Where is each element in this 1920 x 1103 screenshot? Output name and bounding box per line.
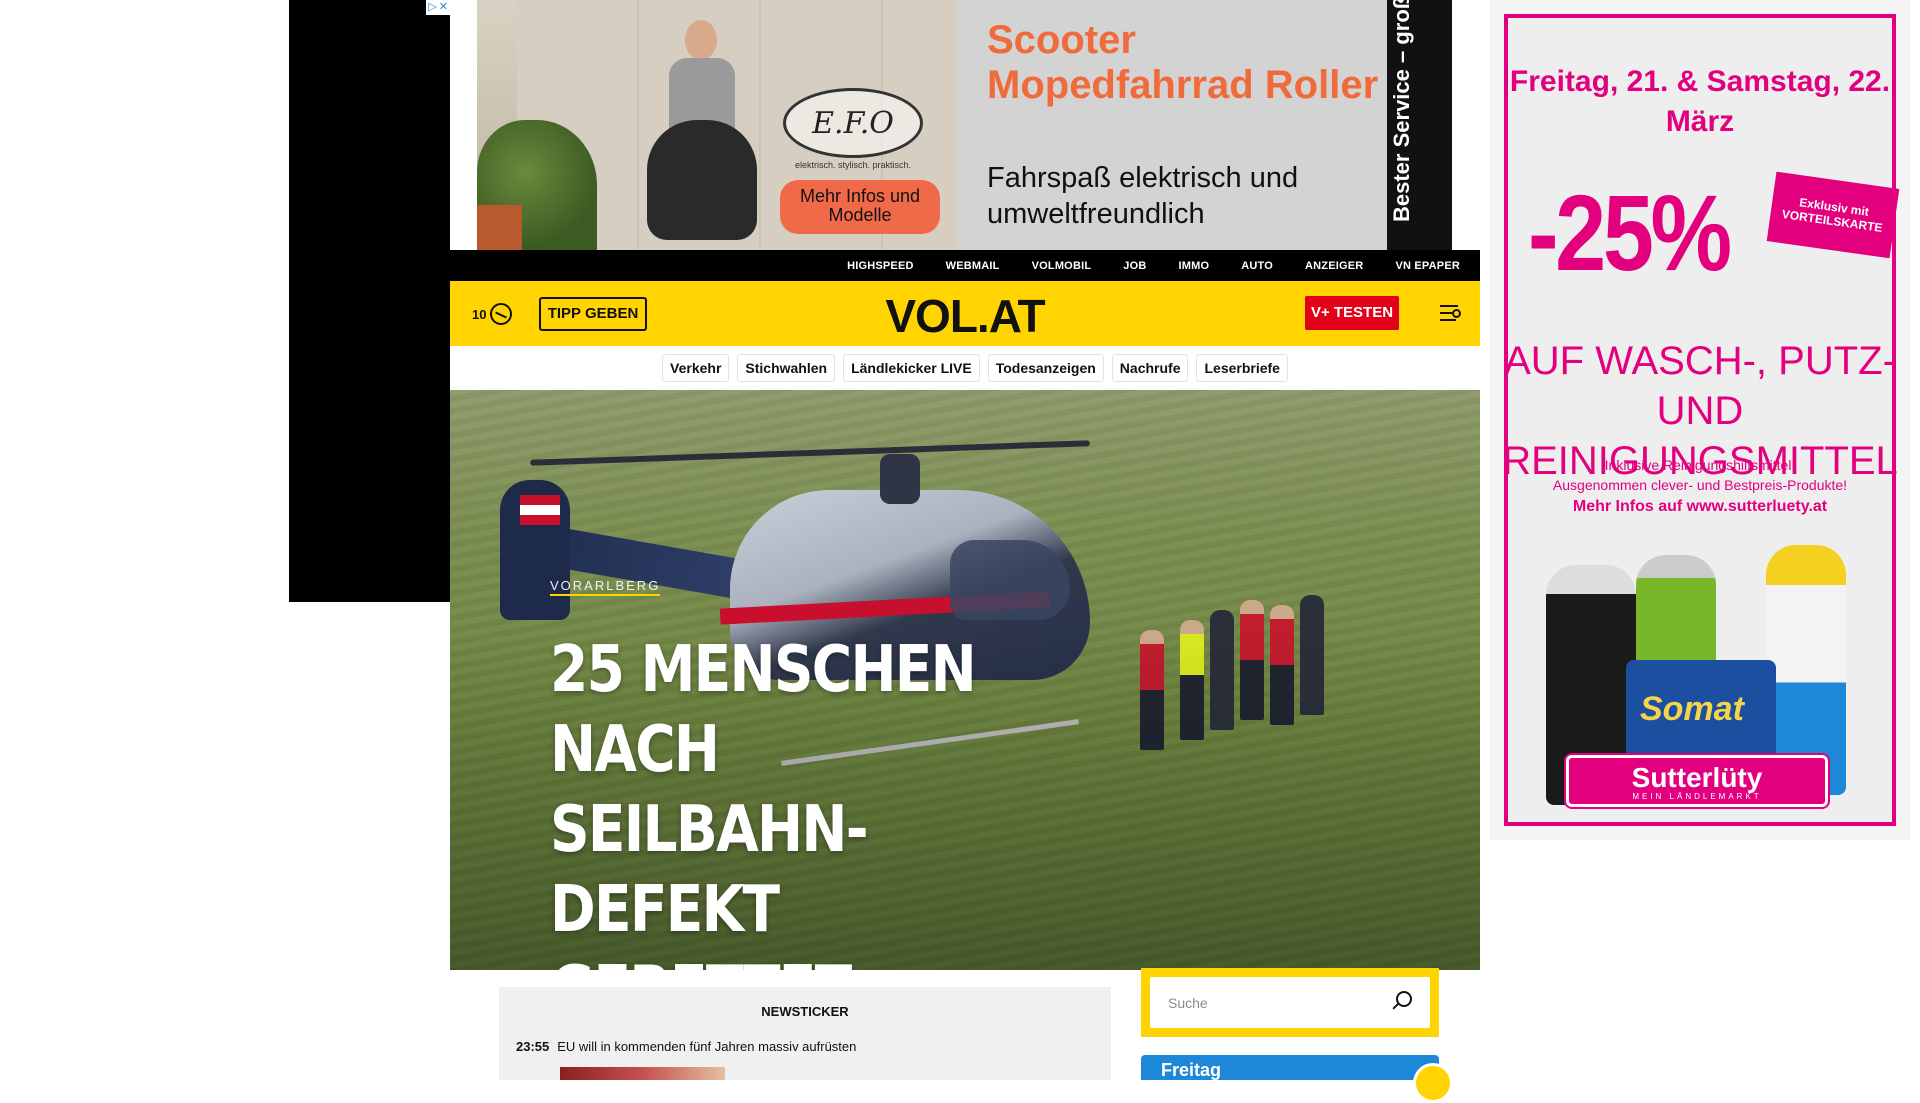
tag-stichwahlen[interactable]: Stichwahlen <box>737 354 836 382</box>
search-box <box>1141 968 1439 1037</box>
tag-leserbriefe[interactable]: Leserbriefe <box>1196 354 1288 382</box>
hero-headline[interactable]: 25 Menschen nach Seilbahn-Defekt gerette… <box>550 630 1049 970</box>
topic-tags: Verkehr Stichwahlen Ländlekicker LIVE To… <box>450 346 1480 390</box>
newsticker-heading: NEWSTICKER <box>761 1004 849 1019</box>
ad-info: Inklusive Reinigungshilfsmittel. Ausgeno… <box>1490 455 1910 517</box>
ad-close-icon[interactable]: ✕ <box>439 1 448 14</box>
newsticker: NEWSTICKER 23:55 EU will in kommenden fü… <box>499 987 1111 1080</box>
top-banner-advertisement[interactable]: E.F.O elektrisch. stylisch. praktisch. M… <box>477 0 1452 250</box>
efo-logo: E.F.O <box>783 88 923 158</box>
weather-teaser[interactable]: Freitag <box>1141 1055 1453 1103</box>
topnav-webmail[interactable]: WEBMAIL <box>946 260 1000 272</box>
site-header: 10 TIPP GEBEN VOL.AT V+ TESTEN <box>450 281 1480 346</box>
search-icon[interactable] <box>1396 991 1412 1007</box>
ad-date: Freitag, 21. & Samstag, 22. März <box>1509 65 1891 138</box>
newsticker-time: 23:55 <box>516 1039 550 1054</box>
topnav-auto[interactable]: AUTO <box>1241 260 1273 272</box>
tag-nachrufe[interactable]: Nachrufe <box>1111 354 1189 382</box>
sutterluety-logo: Sutterlüty MEIN LÄNDLEMARKT <box>1566 755 1828 807</box>
adchoices-icon[interactable]: ▷ <box>428 1 436 14</box>
right-advertisement[interactable]: Freitag, 21. & Samstag, 22. März -25% Ex… <box>1490 0 1910 840</box>
vplus-testen-button[interactable]: V+ TESTEN <box>1305 296 1399 330</box>
newsticker-thumbnail[interactable] <box>560 1067 725 1080</box>
efo-tagline: elektrisch. stylisch. praktisch. <box>795 160 912 170</box>
ad-info-link[interactable]: Mehr Infos auf www.sutterluety.at <box>1490 497 1910 517</box>
ad-headline: Scooter Mopedfahrrad Roller <box>987 18 1379 107</box>
left-advertisement[interactable]: ▷ ✕ <box>289 0 450 602</box>
topnav-immo[interactable]: IMMO <box>1178 260 1209 272</box>
menu-search-icon[interactable] <box>1440 303 1464 323</box>
topnav-vn-epaper[interactable]: VN EPAPER <box>1395 260 1460 272</box>
ad-cta-button[interactable]: Mehr Infos und Modelle <box>780 180 940 234</box>
topnav-job[interactable]: JOB <box>1123 260 1146 272</box>
hero-kicker[interactable]: VORARLBERG <box>550 578 661 596</box>
sun-icon <box>1413 1063 1453 1103</box>
tag-verkehr[interactable]: Verkehr <box>662 354 730 382</box>
ad-subline: Fahrspaß elektrisch und umweltfreundlich <box>987 162 1299 230</box>
ad-side-bar: Bester Service – große Auswahl <box>1387 0 1452 250</box>
adchoices-badge[interactable]: ▷ ✕ <box>426 0 450 15</box>
hero-article[interactable]: VORARLBERG 25 Menschen nach Seilbahn-Def… <box>450 390 1480 970</box>
scooter-rider-image <box>647 20 757 250</box>
ad-discount: -25% <box>1528 172 1732 293</box>
topnav-anzeiger[interactable]: ANZEIGER <box>1305 260 1363 272</box>
search-input[interactable] <box>1168 992 1378 1014</box>
newsticker-item[interactable]: 23:55 EU will in kommenden fünf Jahren m… <box>516 1039 856 1054</box>
topnav-volmobil[interactable]: VOLMOBIL <box>1032 260 1092 272</box>
newsticker-text[interactable]: EU will in kommenden fünf Jahren massiv … <box>557 1039 856 1054</box>
tag-laendlekicker-live[interactable]: Ländlekicker LIVE <box>843 354 980 382</box>
topnav-highspeed[interactable]: HIGHSPEED <box>847 260 914 272</box>
weather-teaser-label: Freitag <box>1161 1060 1222 1080</box>
top-navigation: HIGHSPEED WEBMAIL VOLMOBIL JOB IMMO AUTO… <box>450 250 1480 281</box>
tag-todesanzeigen[interactable]: Todesanzeigen <box>987 354 1104 382</box>
